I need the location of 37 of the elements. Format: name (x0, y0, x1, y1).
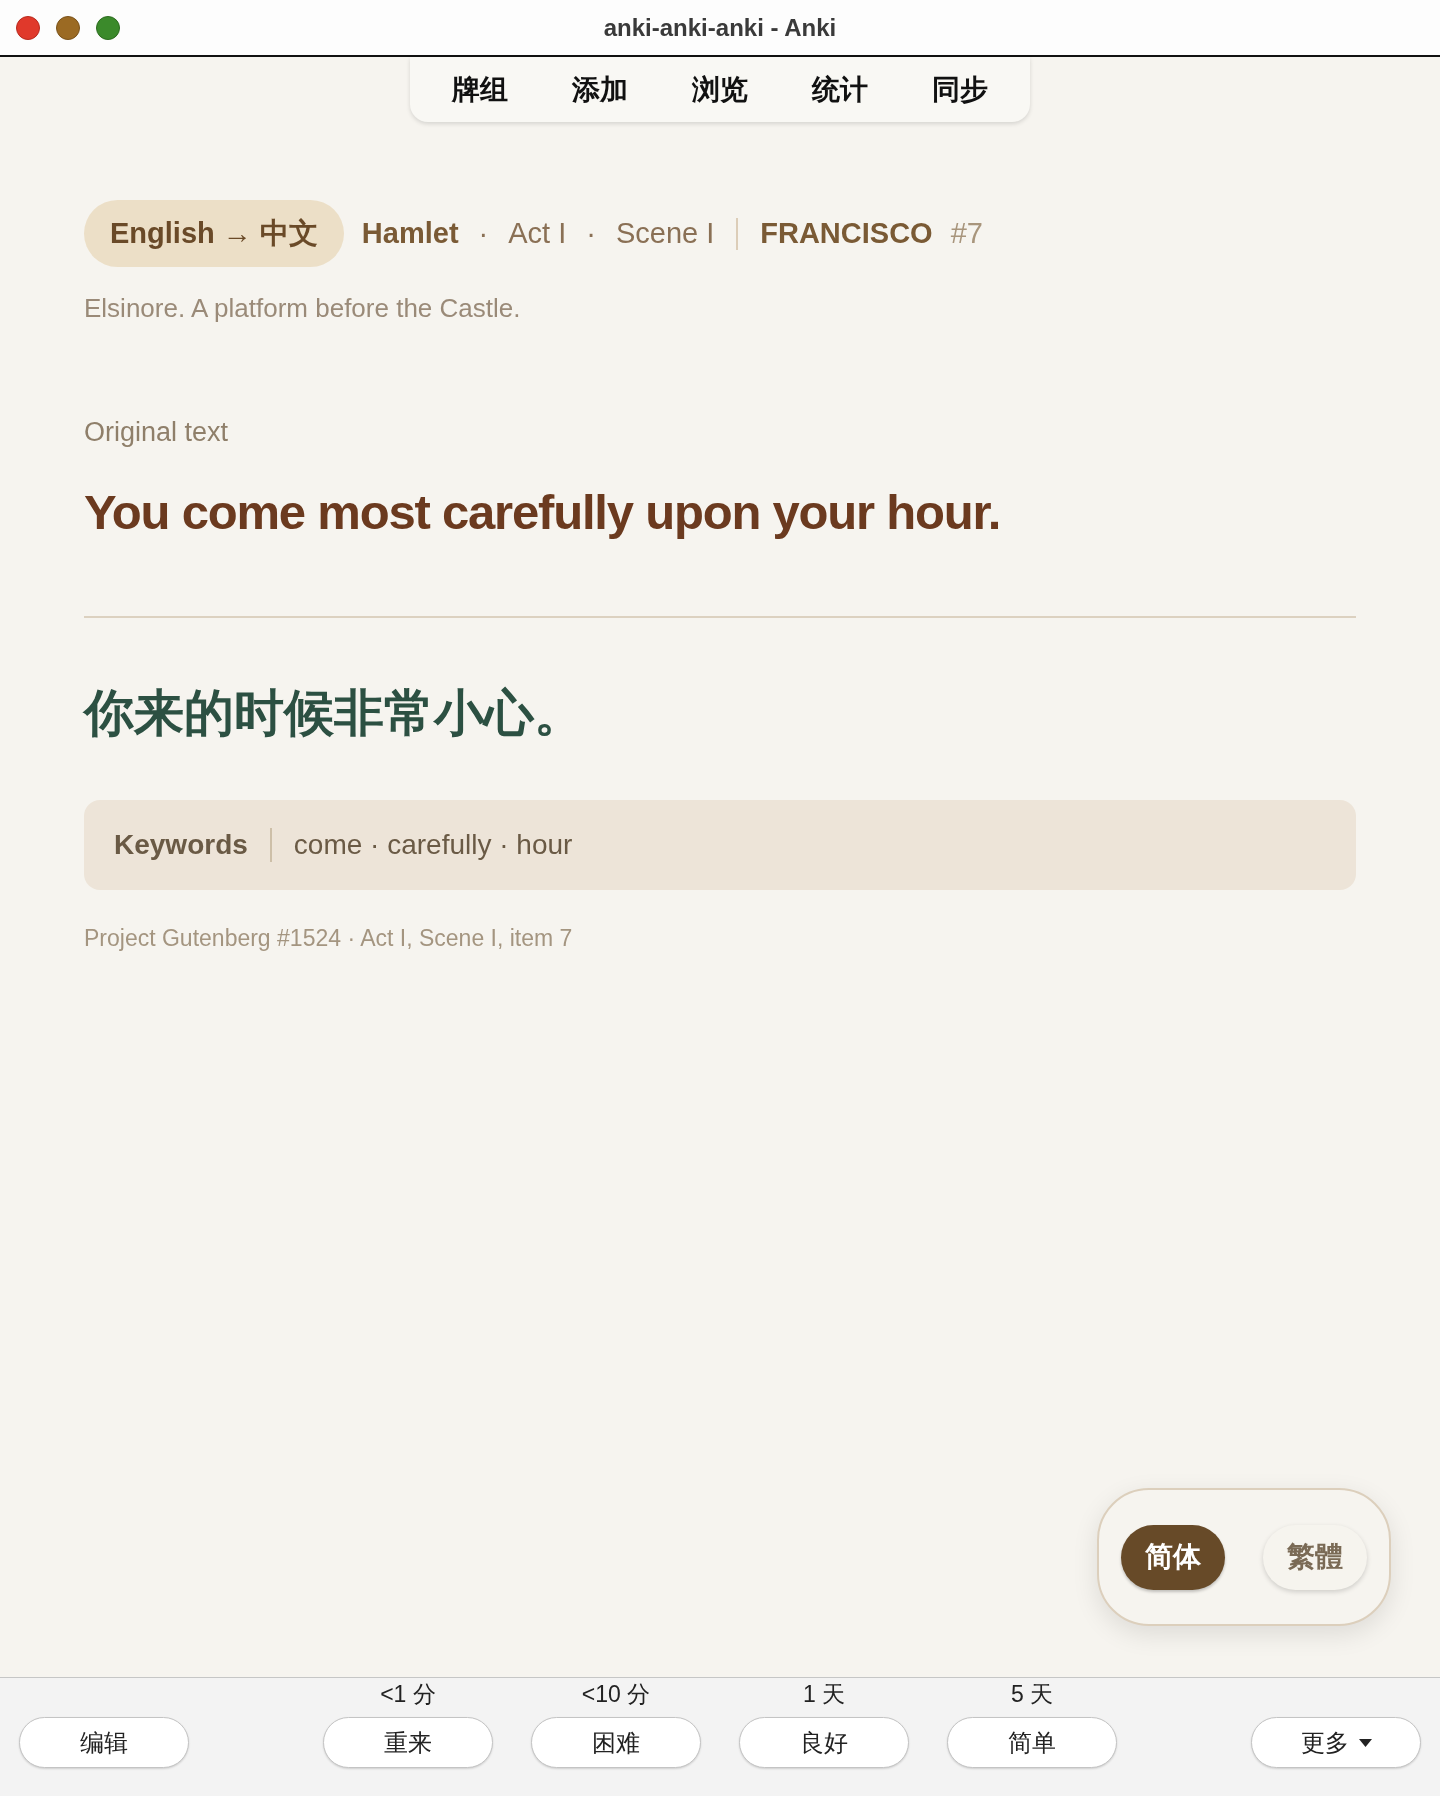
toolbar-link[interactable]: 浏览 (692, 70, 748, 109)
close-icon[interactable] (16, 15, 40, 40)
script-option-button[interactable]: 简体 (1121, 1524, 1225, 1590)
breadcrumb-text: Scene I (615, 217, 715, 250)
script-option-button[interactable]: 繁體 (1263, 1524, 1367, 1590)
source-citation: Project Gutenberg #1524 · Act I, Scene I, item 7 (84, 925, 574, 952)
play-title: Hamlet (361, 217, 459, 250)
minimize-icon[interactable] (56, 15, 80, 40)
toolbar-link[interactable]: 添加 (572, 70, 628, 109)
interval-label: <1 分 (380, 1681, 436, 1707)
answer-button[interactable]: 良好 (739, 1717, 909, 1768)
answer-button[interactable]: 困难 (531, 1717, 701, 1768)
translated-sentence: 你来的时候非常小心。 (84, 684, 585, 743)
speaker-name: FRANCISCO (760, 217, 933, 250)
item-number: #7 (950, 217, 983, 250)
direction-tag: English → 中文 (84, 200, 344, 267)
interval-label: 5 天 (1010, 1681, 1054, 1707)
answer-button[interactable]: 重来 (323, 1717, 493, 1768)
keywords-label: Keywords (114, 829, 248, 861)
separator-dot: · (586, 217, 596, 250)
section-label: Original text (84, 417, 230, 448)
keywords-text: come · carefully · hour (293, 829, 573, 861)
caret-icon (1358, 1738, 1372, 1747)
maximize-icon[interactable] (96, 15, 120, 40)
window-title: anki-anki-anki - Anki (603, 13, 837, 42)
toolbar-link[interactable]: 牌组 (452, 70, 508, 109)
answer-button[interactable]: 简单 (947, 1717, 1117, 1768)
interval-label: 1 天 (802, 1681, 846, 1707)
edit-button[interactable]: 编辑 (19, 1717, 189, 1768)
breadcrumb-text: Act I (508, 217, 567, 250)
toolbar-link[interactable]: 同步 (932, 70, 988, 109)
more-button[interactable]: 更多 (1251, 1717, 1421, 1768)
scene-setting: Elsinore. A platform before the Castle. (84, 293, 522, 324)
original-sentence: You come most carefully upon your hour. (84, 484, 1002, 540)
toolbar-link[interactable]: 统计 (812, 70, 868, 109)
interval-label: <10 分 (581, 1681, 651, 1707)
separator-dot: · (478, 217, 489, 250)
